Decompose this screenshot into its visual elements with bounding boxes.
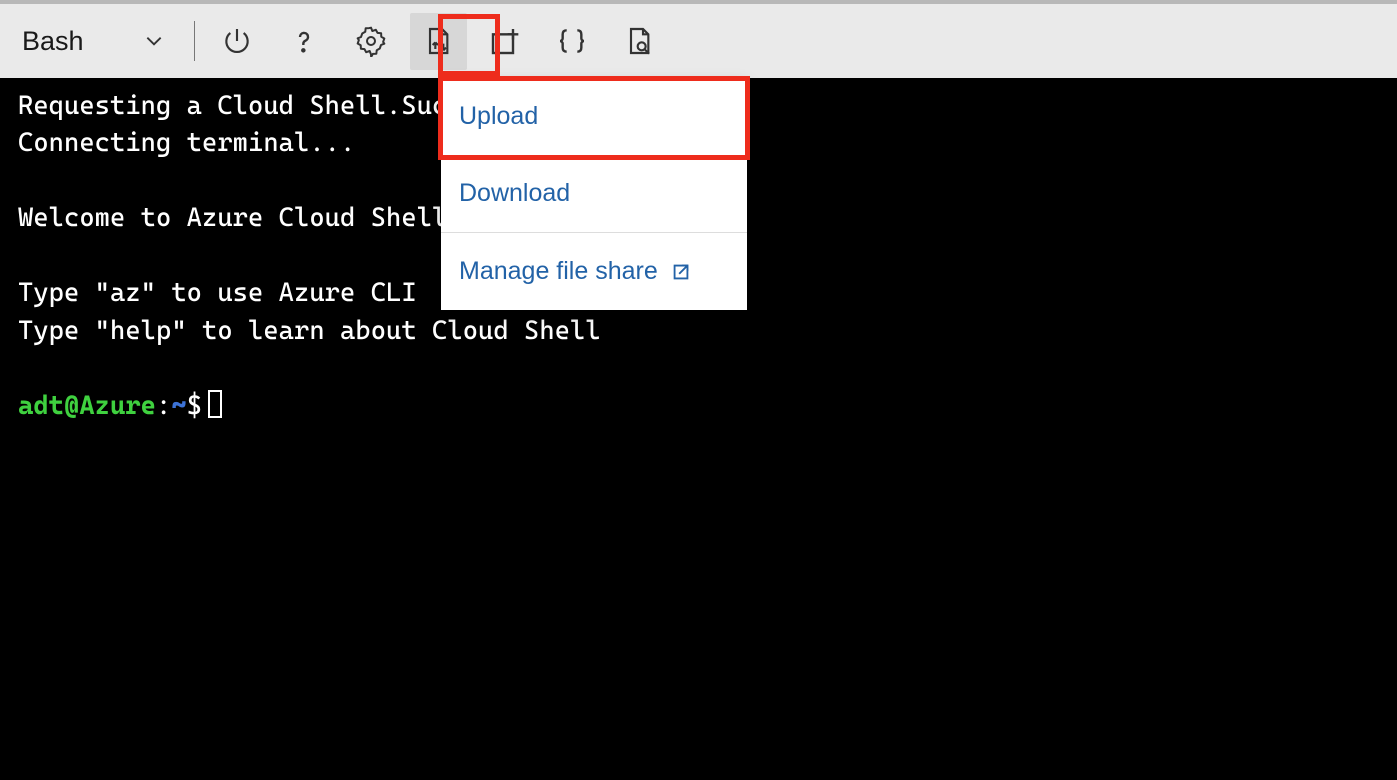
- external-link-icon: [670, 261, 692, 283]
- prompt-colon: :: [156, 391, 171, 421]
- menu-item-label: Upload: [459, 102, 538, 131]
- terminal-line: Type "help" to learn about Cloud Shell: [18, 316, 601, 346]
- toolbar-divider: [194, 21, 195, 61]
- shell-type-select[interactable]: Bash: [8, 20, 178, 63]
- terminal-line: Connecting terminal...: [18, 128, 355, 158]
- shell-type-label: Bash: [22, 26, 84, 57]
- braces-icon: [556, 25, 588, 57]
- menu-item-download[interactable]: Download: [441, 155, 747, 232]
- menu-item-manage-file-share[interactable]: Manage file share: [441, 233, 747, 310]
- prompt-user: adt@Azure: [18, 391, 156, 421]
- help-icon: [288, 25, 320, 57]
- power-button[interactable]: [209, 13, 266, 70]
- chevron-down-icon: [144, 31, 164, 51]
- preview-button[interactable]: [611, 13, 668, 70]
- file-updown-icon: [422, 25, 454, 57]
- cloud-shell-toolbar: Bash: [0, 0, 1397, 78]
- prompt-symbol: $: [187, 391, 202, 421]
- upload-download-button[interactable]: [410, 13, 467, 70]
- terminal-line: Type "az" to use Azure CLI: [18, 278, 417, 308]
- menu-item-upload[interactable]: Upload: [441, 78, 747, 155]
- terminal-cursor: [208, 390, 222, 418]
- new-session-button[interactable]: [477, 13, 534, 70]
- settings-button[interactable]: [343, 13, 400, 70]
- prompt-path: ~: [171, 391, 186, 421]
- new-session-icon: [489, 25, 521, 57]
- help-button[interactable]: [276, 13, 333, 70]
- gear-icon: [355, 25, 387, 57]
- file-menu-dropdown: Upload Download Manage file share: [441, 78, 747, 310]
- power-icon: [221, 25, 253, 57]
- terminal-line: Welcome to Azure Cloud Shell: [18, 203, 447, 233]
- editor-button[interactable]: [544, 13, 601, 70]
- file-preview-icon: [623, 25, 655, 57]
- menu-item-label: Manage file share: [459, 257, 658, 286]
- menu-item-label: Download: [459, 179, 570, 208]
